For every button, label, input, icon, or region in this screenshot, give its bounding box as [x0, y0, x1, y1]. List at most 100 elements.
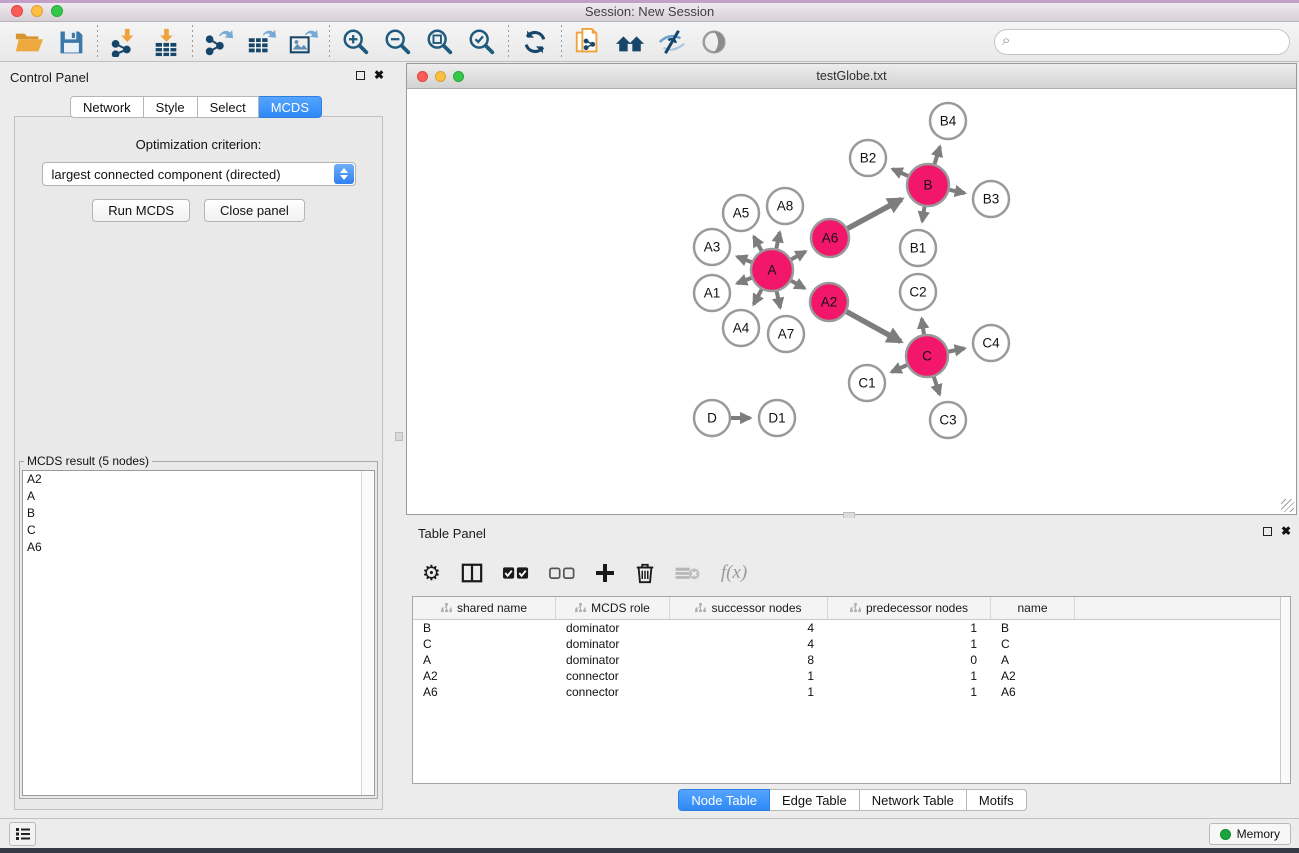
graph-node-B[interactable]: B [907, 164, 949, 206]
open-file-icon[interactable] [8, 25, 50, 59]
float-table-panel-icon[interactable] [1263, 527, 1272, 536]
column-header-shared-name[interactable]: shared name [413, 597, 556, 619]
table-row[interactable]: Cdominator41C [413, 636, 1290, 652]
import-network-icon[interactable] [103, 25, 145, 59]
network-window-titlebar[interactable]: testGlobe.txt [407, 64, 1296, 89]
hide-details-icon[interactable] [651, 25, 693, 59]
table-options-icon[interactable]: ⚙ [422, 561, 441, 586]
result-scrollbar[interactable] [361, 471, 374, 795]
graph-node-B2[interactable]: B2 [850, 140, 886, 176]
zoom-selected-icon[interactable] [461, 25, 503, 59]
table-row[interactable]: Bdominator41B [413, 620, 1290, 636]
tab-style[interactable]: Style [144, 96, 198, 118]
graph-node-A[interactable]: A [751, 249, 793, 291]
zoom-out-icon[interactable] [377, 25, 419, 59]
refresh-layout-icon[interactable] [514, 25, 556, 59]
criterion-dropdown[interactable]: largest connected component (directed) [42, 162, 356, 186]
graph-node-B1[interactable]: B1 [900, 230, 936, 266]
graph-node-A7[interactable]: A7 [768, 316, 804, 352]
graph-node-B4[interactable]: B4 [930, 103, 966, 139]
column-header-MCDS-role[interactable]: MCDS role [556, 597, 670, 619]
graph-node-A1[interactable]: A1 [694, 275, 730, 311]
column-header-successor-nodes[interactable]: successor nodes [670, 597, 828, 619]
graph-edge-A-A4[interactable] [754, 289, 762, 304]
zoom-in-icon[interactable] [335, 25, 377, 59]
graph-edge-A-A6[interactable] [791, 252, 805, 260]
node-table[interactable]: shared nameMCDS rolesuccessor nodesprede… [412, 596, 1291, 784]
tab-network-table[interactable]: Network Table [860, 789, 967, 811]
show-details-icon[interactable] [693, 25, 735, 59]
export-image-icon[interactable] [282, 25, 324, 59]
add-column-icon[interactable] [595, 563, 615, 583]
float-panel-icon[interactable] [356, 71, 365, 80]
graph-node-A4[interactable]: A4 [723, 310, 759, 346]
graph-edge-A-A1[interactable] [737, 278, 751, 283]
result-item[interactable]: C [23, 522, 374, 539]
close-panel-icon[interactable]: ✖ [374, 70, 384, 81]
tab-motifs[interactable]: Motifs [967, 789, 1027, 811]
window-resize-grip[interactable] [1281, 499, 1294, 512]
graph-node-D1[interactable]: D1 [759, 400, 795, 436]
network-canvas[interactable]: B4B2BB3A5A8A6A3AB1A1C2A2A4A7C4CC1DD1C3 [407, 89, 1296, 514]
delete-column-icon[interactable] [635, 562, 655, 584]
close-table-panel-icon[interactable]: ✖ [1281, 526, 1291, 537]
table-header[interactable]: shared nameMCDS rolesuccessor nodesprede… [413, 597, 1290, 620]
function-builder-icon[interactable]: f(x) [721, 562, 747, 584]
graph-edge-B-B3[interactable] [949, 190, 964, 193]
graph-node-C1[interactable]: C1 [849, 365, 885, 401]
result-item[interactable]: B [23, 505, 374, 522]
graph-node-D[interactable]: D [694, 400, 730, 436]
result-item[interactable]: A2 [23, 471, 374, 488]
mcds-result-list[interactable]: A2ABCA6 [22, 470, 375, 796]
graph-edge-A-A5[interactable] [754, 237, 762, 251]
result-item[interactable]: A [23, 488, 374, 505]
graph-edge-C-C2[interactable] [922, 319, 924, 334]
export-table-icon[interactable] [240, 25, 282, 59]
vertical-splitter[interactable] [392, 62, 406, 818]
search-input[interactable] [994, 29, 1290, 55]
column-header-name[interactable]: name [991, 597, 1075, 619]
close-panel-button[interactable]: Close panel [204, 199, 305, 222]
table-row[interactable]: Adominator80A [413, 652, 1290, 668]
zoom-fit-icon[interactable] [419, 25, 461, 59]
table-row[interactable]: A6connector11A6 [413, 684, 1290, 700]
select-all-icon[interactable] [503, 566, 529, 580]
graph-edge-A-A7[interactable] [777, 291, 781, 307]
tab-network[interactable]: Network [70, 96, 144, 118]
graph-edge-C-C1[interactable] [892, 365, 907, 372]
delete-table-icon[interactable] [675, 565, 701, 581]
result-item[interactable]: A6 [23, 539, 374, 556]
splitter-grip[interactable] [395, 432, 403, 441]
table-row[interactable]: A2connector11A2 [413, 668, 1290, 684]
graph-node-A3[interactable]: A3 [694, 229, 730, 265]
graph-edge-C-C4[interactable] [949, 348, 965, 351]
graph-edge-B-B4[interactable] [935, 147, 940, 164]
graph-node-C2[interactable]: C2 [900, 274, 936, 310]
graph-edge-A-A8[interactable] [776, 232, 779, 248]
tab-mcds[interactable]: MCDS [259, 96, 322, 118]
graph-node-A8[interactable]: A8 [767, 188, 803, 224]
graph-node-C3[interactable]: C3 [930, 402, 966, 438]
export-network-icon[interactable] [198, 25, 240, 59]
graph-node-C4[interactable]: C4 [973, 325, 1009, 361]
network-overview-icon[interactable] [609, 25, 651, 59]
run-mcds-button[interactable]: Run MCDS [92, 199, 190, 222]
graph-edge-B-B1[interactable] [922, 207, 924, 222]
deselect-all-icon[interactable] [549, 566, 575, 580]
graph-edge-A-A2[interactable] [791, 281, 804, 289]
table-body[interactable]: Bdominator41BCdominator41CAdominator80AA… [413, 620, 1290, 700]
graph-node-B3[interactable]: B3 [973, 181, 1009, 217]
graph-node-A6[interactable]: A6 [811, 219, 849, 257]
tab-node-table[interactable]: Node Table [678, 789, 770, 811]
graph-edge-B-B2[interactable] [893, 169, 908, 176]
save-session-icon[interactable] [50, 25, 92, 59]
graph-node-A2[interactable]: A2 [810, 283, 848, 321]
clone-network-icon[interactable] [567, 25, 609, 59]
column-header-predecessor-nodes[interactable]: predecessor nodes [828, 597, 991, 619]
task-history-button[interactable] [9, 822, 36, 846]
graph-edge-C-C3[interactable] [934, 377, 940, 394]
graph-nodes[interactable]: B4B2BB3A5A8A6A3AB1A1C2A2A4A7C4CC1DD1C3 [694, 103, 1009, 438]
graph-edge-A6-B[interactable] [848, 199, 902, 228]
tab-edge-table[interactable]: Edge Table [770, 789, 860, 811]
graph-edge-A-A3[interactable] [737, 257, 751, 262]
